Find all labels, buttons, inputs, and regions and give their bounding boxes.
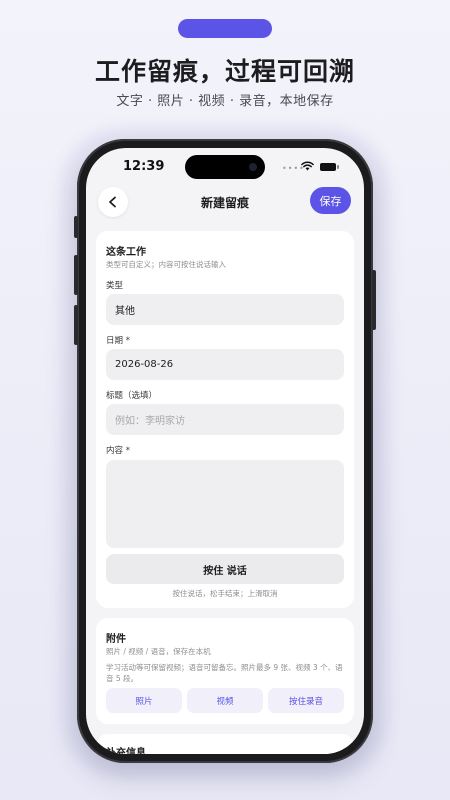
work-card-subtitle: 类型可自定义；内容可按住说话输入 — [106, 260, 226, 269]
attachments-card: 附件 照片 / 视频 / 语音，保存在本机 学习活动等可保留视频；语音可留备忘。… — [96, 618, 354, 724]
content-label: 内容 * — [106, 446, 130, 456]
date-label: 日期 * — [106, 336, 130, 346]
type-value: 其他 — [115, 306, 135, 317]
type-select[interactable]: 其他 — [106, 294, 344, 325]
work-card: 这条工作 类型可自定义；内容可按住说话输入 类型 其他 日期 * 2026-08… — [96, 231, 354, 608]
date-picker[interactable]: 2026-08-26 — [106, 349, 344, 380]
attachments-note: 学习活动等可保留视频；语音可留备忘。照片最多 9 张、视频 3 个、语音 5 段… — [106, 663, 343, 683]
promo-headline: 工作留痕，过程可回溯 — [94, 57, 355, 86]
work-card-title: 这条工作 — [106, 247, 146, 258]
phone-power-button — [372, 270, 376, 330]
promo-pill — [178, 19, 272, 38]
extra-info-title: 补充信息 — [106, 748, 146, 754]
camera-icon — [249, 163, 257, 171]
wifi-icon — [301, 161, 314, 171]
date-value: 2026-08-26 — [115, 359, 174, 370]
title-label: 标题（选填） — [106, 391, 158, 401]
phone-screen: 12:39 •••• 新建留痕 保存 这条工作 类型可自定义；内容可按住说话输入… — [86, 148, 364, 754]
extra-info-card: 补充信息 — [96, 734, 354, 754]
attachments-title: 附件 — [106, 634, 126, 645]
phone-volume-up-button — [74, 255, 78, 295]
dynamic-island — [185, 155, 265, 179]
voice-hint: 按住说话，松手结束；上滑取消 — [172, 589, 278, 598]
add-photo-button[interactable]: 照片 — [106, 688, 182, 713]
promo-subhead: 文字 · 照片 · 视频 · 录音，本地保存 — [116, 94, 334, 109]
title-placeholder: 例如：李明家访 — [115, 416, 185, 427]
attachments-subtitle: 照片 / 视频 / 语音，保存在本机 — [106, 647, 211, 656]
status-bar: 12:39 •••• — [86, 148, 364, 188]
hold-to-talk-button[interactable]: 按住 说话 — [106, 554, 344, 584]
save-button[interactable]: 保存 — [310, 187, 351, 214]
battery-icon — [320, 163, 339, 171]
type-label: 类型 — [106, 281, 124, 291]
content-textarea[interactable] — [106, 460, 344, 548]
title-input[interactable]: 例如：李明家访 — [106, 404, 344, 435]
status-time: 12:39 — [123, 159, 165, 174]
add-video-button[interactable]: 视频 — [187, 688, 263, 713]
phone-volume-down-button — [74, 305, 78, 345]
phone-action-button — [74, 216, 78, 238]
hold-to-record-button[interactable]: 按住录音 — [268, 688, 344, 713]
